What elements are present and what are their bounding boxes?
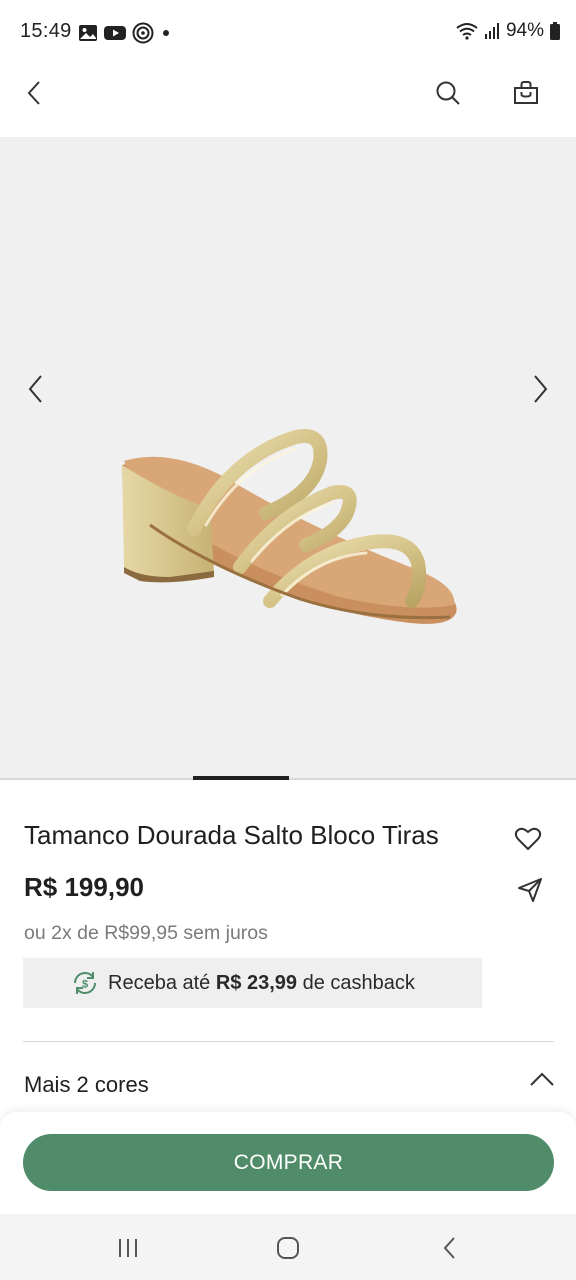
battery-icon bbox=[550, 22, 560, 40]
product-title: Tamanco Dourada Salto Bloco Tiras bbox=[24, 820, 439, 850]
cashback-amount: R$ 23,99 bbox=[215, 972, 298, 994]
image-icon bbox=[79, 25, 97, 41]
share-button[interactable] bbox=[510, 870, 550, 910]
search-button[interactable] bbox=[426, 71, 470, 115]
signal-icon bbox=[484, 23, 499, 39]
installments-text: ou 2x de R$99,95 sem juros bbox=[24, 922, 268, 944]
cashback-icon: $ bbox=[74, 972, 96, 994]
svg-text:$: $ bbox=[82, 979, 88, 991]
heart-icon bbox=[514, 827, 542, 850]
share-icon bbox=[518, 878, 542, 902]
product-image bbox=[121, 429, 457, 624]
recents-icon bbox=[119, 1239, 137, 1257]
status-system-icons: 94% bbox=[456, 20, 560, 42]
gallery-next-button[interactable] bbox=[520, 367, 560, 411]
wifi-icon bbox=[456, 23, 478, 40]
product-image-gallery[interactable] bbox=[0, 137, 576, 778]
back-button[interactable] bbox=[12, 71, 56, 115]
buy-sheet: COMPRAR bbox=[0, 1112, 576, 1214]
product-price: R$ 199,90 bbox=[24, 872, 144, 902]
cashback-suffix: de cashback bbox=[297, 972, 415, 994]
status-bar: 15:49 94% bbox=[0, 0, 576, 64]
more-colors-label: Mais 2 cores bbox=[24, 1072, 149, 1097]
search-icon bbox=[436, 81, 460, 105]
cashback-text: Receba até R$ 23,99 de cashback bbox=[108, 972, 415, 995]
back-nav-button[interactable] bbox=[428, 1228, 472, 1268]
favorite-button[interactable] bbox=[508, 819, 548, 859]
chevron-right-icon bbox=[534, 375, 548, 403]
home-icon bbox=[277, 1237, 299, 1259]
buy-button[interactable]: COMPRAR bbox=[23, 1134, 554, 1191]
back-icon bbox=[27, 81, 40, 105]
cashback-prefix: Receba até bbox=[108, 972, 216, 994]
app-bar bbox=[0, 64, 576, 136]
bag-icon bbox=[514, 81, 538, 104]
app-icon bbox=[132, 22, 154, 44]
back-nav-icon bbox=[443, 1237, 455, 1259]
home-button[interactable] bbox=[266, 1228, 310, 1268]
gallery-indicator bbox=[193, 776, 289, 780]
bag-button[interactable] bbox=[504, 71, 548, 115]
chevron-up-icon bbox=[530, 1072, 554, 1086]
system-nav-bar bbox=[0, 1214, 576, 1280]
status-time: 15:49 bbox=[20, 20, 72, 42]
youtube-icon bbox=[104, 26, 126, 40]
recents-button[interactable] bbox=[106, 1228, 150, 1268]
more-colors-toggle[interactable]: Mais 2 cores bbox=[0, 1050, 576, 1114]
status-notification-icons bbox=[78, 22, 173, 44]
chevron-left-icon bbox=[28, 375, 42, 403]
dot-icon bbox=[163, 30, 169, 36]
cashback-banner: $ Receba até R$ 23,99 de cashback bbox=[23, 958, 482, 1008]
gallery-prev-button[interactable] bbox=[16, 367, 56, 411]
divider bbox=[23, 1041, 554, 1042]
battery-level: 94% bbox=[505, 20, 544, 41]
